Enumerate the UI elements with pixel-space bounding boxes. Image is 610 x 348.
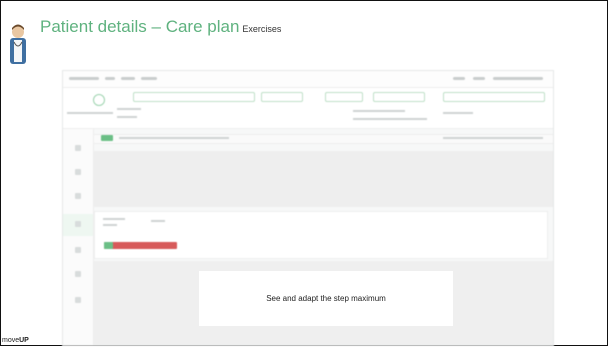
callout-box: See and adapt the step maximum xyxy=(199,271,453,326)
left-nav xyxy=(63,129,94,345)
logo-prefix: move xyxy=(2,337,20,344)
topbar-item xyxy=(473,77,485,80)
section-header-text xyxy=(119,137,229,139)
topbar-item xyxy=(453,77,465,80)
topbar-item xyxy=(121,77,135,80)
topbar-item xyxy=(105,77,115,80)
panel-label xyxy=(103,224,117,226)
header-field xyxy=(443,112,473,114)
step-maximum-bar[interactable] xyxy=(104,242,177,249)
header-field xyxy=(353,110,405,112)
physician-avatar-icon xyxy=(10,24,26,64)
header-field xyxy=(261,92,303,102)
slide-title: Patient details – Care plan Exercises xyxy=(40,17,281,37)
header-field xyxy=(325,92,363,102)
logo-suffix: UP xyxy=(19,337,29,344)
panel-label xyxy=(103,218,125,220)
status-tag xyxy=(101,135,113,141)
topbar-item xyxy=(493,77,543,80)
header-field xyxy=(117,108,141,110)
topbar-item xyxy=(141,77,157,80)
header-field xyxy=(443,92,545,102)
nav-icon[interactable] xyxy=(75,193,81,199)
profile-ring-icon xyxy=(93,94,105,106)
nav-icon[interactable] xyxy=(75,145,81,151)
nav-icon[interactable] xyxy=(75,169,81,175)
step-maximum-panel xyxy=(94,211,548,259)
callout-text: See and adapt the step maximum xyxy=(266,294,386,303)
patient-header xyxy=(63,88,553,129)
nav-icon[interactable] xyxy=(75,297,81,303)
header-field xyxy=(133,92,255,102)
exercise-panel xyxy=(94,151,553,207)
section-header-text xyxy=(443,137,543,139)
moveup-logo: moveUP xyxy=(2,337,29,344)
header-field xyxy=(117,116,137,118)
header-field xyxy=(353,118,427,120)
step-maximum-bar-start xyxy=(104,242,113,249)
app-logo xyxy=(69,77,99,80)
app-topbar xyxy=(63,71,553,88)
slide-title-text: Patient details – Care plan xyxy=(40,17,240,36)
patient-name xyxy=(67,112,113,114)
panel-label xyxy=(151,220,165,222)
nav-icon[interactable] xyxy=(75,247,81,253)
nav-icon[interactable] xyxy=(75,221,81,227)
slide-subtitle: Exercises xyxy=(242,24,282,34)
nav-icon[interactable] xyxy=(75,271,81,277)
section-header-bar xyxy=(94,134,553,144)
header-field xyxy=(373,92,425,102)
